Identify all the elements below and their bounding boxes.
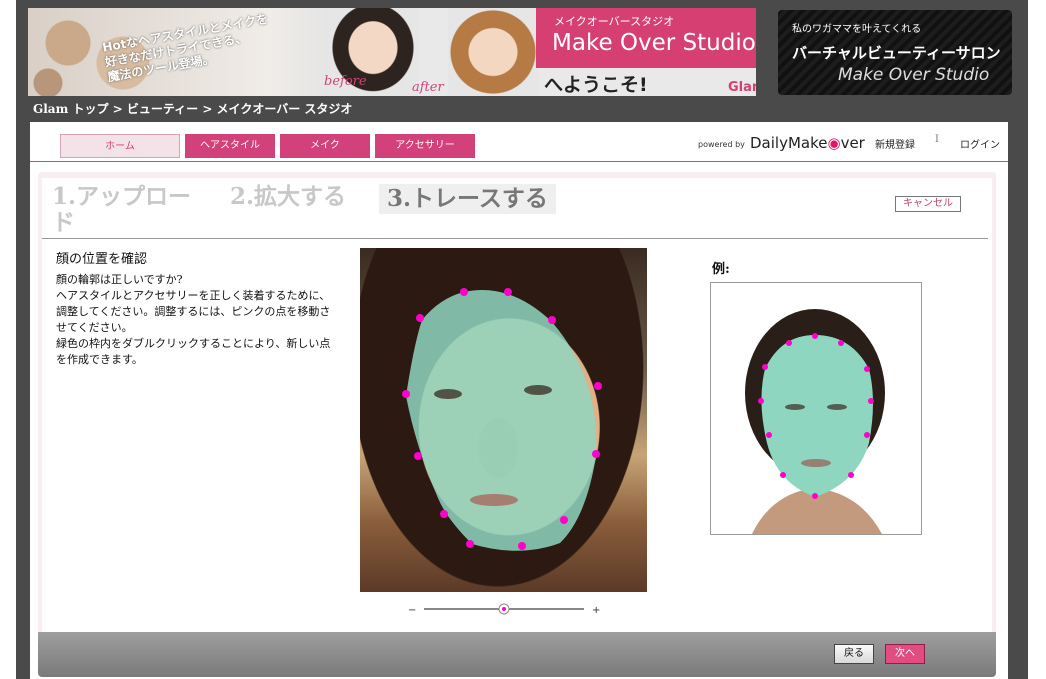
- nav-separator: I: [935, 134, 939, 145]
- tab-hairstyle[interactable]: ヘアスタイル: [185, 134, 275, 158]
- editor-area: 1.アップロード 2.拡大する 3.トレースする キャンセル 顔の位置を確認 顔…: [38, 172, 996, 677]
- instruction-line2: ヘアスタイルとアクセサリーを正しく装着するために、調整してください。調整するには…: [56, 289, 331, 334]
- trace-point[interactable]: [504, 288, 512, 296]
- before-label: before: [324, 74, 367, 89]
- trace-point[interactable]: [466, 540, 474, 548]
- instruction-line3: 緑色の枠内をダブルクリックすることにより、新しい点を作成できます。: [56, 337, 331, 366]
- welcome-text: へようこそ!: [544, 74, 648, 96]
- zoom-plus-label[interactable]: +: [592, 605, 600, 616]
- next-button[interactable]: 次へ: [885, 644, 925, 664]
- face-trace-overlay[interactable]: [360, 248, 647, 592]
- zoom-slider[interactable]: − +: [408, 602, 604, 616]
- powered-by-label: powered by: [698, 140, 745, 149]
- footer-controls: 戻る 次へ: [38, 632, 996, 677]
- studio-large-title: Make Over Studio: [552, 30, 756, 56]
- main-panel: ホーム ヘアスタイル メイク アクセサリー powered by DailyMa…: [30, 122, 1008, 679]
- trace-point[interactable]: [518, 542, 526, 550]
- example-label: 例:: [712, 262, 730, 277]
- step-upload: 1.アップロード: [52, 183, 192, 236]
- trace-point[interactable]: [592, 450, 600, 458]
- tab-home[interactable]: ホーム: [60, 134, 180, 158]
- tab-makeup[interactable]: メイク: [280, 134, 370, 158]
- studio-small-title: メイクオーバースタジオ: [554, 15, 675, 28]
- after-photo: [448, 8, 538, 96]
- face-trace-region[interactable]: [406, 290, 597, 551]
- trace-point[interactable]: [460, 288, 468, 296]
- glam-logo: Glam: [728, 80, 756, 95]
- trace-point[interactable]: [414, 452, 422, 460]
- instruction-line1: 顔の輪郭は正しいですか?: [56, 273, 183, 286]
- brand-part-b: ver: [840, 134, 865, 152]
- trace-point[interactable]: [440, 510, 448, 518]
- register-link[interactable]: 新規登録: [875, 136, 915, 151]
- slider-thumb-dot: [502, 607, 506, 611]
- dailymakeover-logo: DailyMake◉ver: [750, 134, 865, 152]
- user-photo[interactable]: [360, 248, 647, 592]
- trace-point[interactable]: [594, 382, 602, 390]
- step-trace: 3.トレースする: [379, 184, 556, 214]
- brand-part-a: DailyMake: [750, 134, 828, 152]
- salon-line2: バーチャルビューティーサロン: [792, 44, 1001, 62]
- studio-title-panel: メイクオーバースタジオ Make Over Studio: [536, 8, 756, 68]
- zoom-minus-label[interactable]: −: [408, 605, 416, 616]
- nav-bar: ホーム ヘアスタイル メイク アクセサリー powered by DailyMa…: [30, 122, 1008, 162]
- trace-point[interactable]: [548, 316, 556, 324]
- divider: [42, 238, 988, 239]
- example-photo: [710, 282, 922, 535]
- cancel-button[interactable]: キャンセル: [895, 196, 961, 212]
- header-banner[interactable]: Hotなヘアスタイルとメイクを 好きなだけトライできる、 魔法のツール登場。 b…: [28, 8, 756, 96]
- trace-point[interactable]: [416, 314, 424, 322]
- trace-point[interactable]: [560, 516, 568, 524]
- example-trace-image: [711, 283, 921, 534]
- breadcrumb[interactable]: Glam トップ > ビューティー > メイクオーバー スタジオ: [33, 100, 352, 117]
- tab-accessory[interactable]: アクセサリー: [375, 134, 475, 158]
- salon-banner[interactable]: 私のワガママを叶えてくれる バーチャルビューティーサロン Make Over S…: [778, 10, 1012, 95]
- step-zoom: 2.拡大する: [230, 183, 347, 210]
- login-link[interactable]: ログイン: [960, 136, 1000, 151]
- lips-icon: ◉: [827, 134, 841, 152]
- salon-line1: 私のワガママを叶えてくれる: [792, 24, 922, 35]
- section-heading: 顔の位置を確認: [56, 252, 148, 267]
- instructions: 顔の輪郭は正しいですか? ヘアスタイルとアクセサリーを正しく装着するために、調整…: [56, 272, 336, 368]
- editor-inner: 1.アップロード 2.拡大する 3.トレースする キャンセル 顔の位置を確認 顔…: [42, 178, 992, 632]
- back-button[interactable]: 戻る: [834, 644, 874, 664]
- after-label: after: [412, 80, 444, 95]
- salon-line3: Make Over Studio: [838, 65, 990, 85]
- trace-point[interactable]: [402, 390, 410, 398]
